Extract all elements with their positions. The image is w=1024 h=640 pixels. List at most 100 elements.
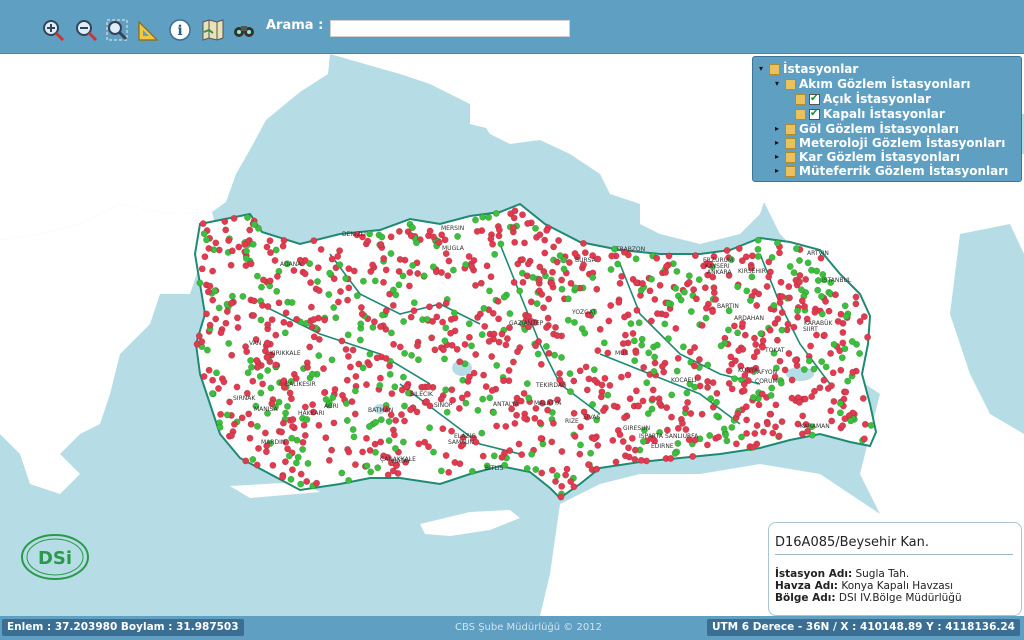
station-marker[interactable] (778, 418, 786, 426)
station-marker[interactable] (255, 444, 262, 452)
layer-item-kapali[interactable]: Kapalı İstasyonlar (795, 107, 945, 121)
station-marker[interactable] (267, 249, 274, 257)
station-marker[interactable] (301, 270, 309, 278)
station-marker[interactable] (367, 468, 375, 476)
station-marker[interactable] (867, 421, 875, 429)
station-marker[interactable] (253, 422, 261, 430)
station-marker[interactable] (731, 375, 739, 383)
station-marker[interactable] (786, 294, 793, 302)
station-marker[interactable] (662, 311, 670, 319)
station-marker[interactable] (344, 352, 352, 360)
station-marker[interactable] (558, 276, 566, 284)
station-marker[interactable] (303, 416, 311, 423)
station-marker[interactable] (200, 373, 208, 380)
station-marker[interactable] (359, 277, 367, 285)
station-marker[interactable] (549, 268, 556, 276)
station-marker[interactable] (766, 326, 774, 334)
station-marker[interactable] (424, 383, 432, 391)
station-marker[interactable] (249, 456, 257, 463)
station-marker[interactable] (772, 401, 780, 409)
station-marker[interactable] (616, 279, 624, 287)
station-marker[interactable] (428, 334, 436, 342)
station-marker[interactable] (204, 288, 212, 296)
station-marker[interactable] (209, 376, 217, 384)
station-marker[interactable] (414, 270, 422, 277)
station-marker[interactable] (415, 440, 423, 448)
station-marker[interactable] (556, 252, 564, 260)
station-marker[interactable] (388, 390, 396, 398)
station-marker[interactable] (464, 377, 472, 385)
expand-icon[interactable]: ▸ (775, 150, 783, 164)
station-marker[interactable] (292, 459, 300, 467)
station-marker[interactable] (317, 245, 325, 253)
station-marker[interactable] (235, 243, 243, 251)
station-marker[interactable] (413, 408, 421, 416)
station-marker[interactable] (228, 432, 235, 440)
station-marker[interactable] (638, 335, 646, 343)
station-marker[interactable] (511, 207, 519, 215)
station-marker[interactable] (230, 214, 238, 222)
station-marker[interactable] (220, 378, 228, 386)
station-marker[interactable] (860, 435, 868, 443)
station-marker[interactable] (498, 330, 506, 338)
station-marker[interactable] (535, 275, 543, 283)
station-marker[interactable] (790, 323, 798, 331)
station-marker[interactable] (390, 431, 398, 439)
station-marker[interactable] (266, 277, 274, 285)
station-marker[interactable] (604, 349, 612, 357)
station-marker[interactable] (544, 406, 552, 414)
station-marker[interactable] (800, 366, 808, 373)
station-marker[interactable] (401, 349, 409, 357)
station-marker[interactable] (476, 310, 484, 318)
station-marker[interactable] (493, 422, 501, 430)
station-marker[interactable] (377, 241, 385, 248)
station-marker[interactable] (288, 299, 296, 306)
station-marker[interactable] (349, 426, 357, 433)
station-marker[interactable] (558, 448, 566, 455)
station-marker[interactable] (585, 461, 592, 469)
station-marker[interactable] (544, 314, 552, 322)
station-marker[interactable] (445, 468, 453, 476)
station-marker[interactable] (695, 276, 703, 284)
station-marker[interactable] (223, 308, 231, 315)
station-marker[interactable] (321, 316, 329, 324)
station-marker[interactable] (841, 302, 849, 310)
station-marker[interactable] (307, 279, 315, 287)
station-marker[interactable] (314, 264, 322, 272)
station-marker[interactable] (510, 278, 518, 286)
station-marker[interactable] (829, 369, 837, 377)
layer-root[interactable]: ▾ İstasyonlar (759, 62, 858, 76)
station-marker[interactable] (861, 420, 869, 428)
station-marker[interactable] (653, 254, 661, 262)
station-marker[interactable] (822, 363, 830, 371)
station-marker[interactable] (684, 398, 692, 406)
station-marker[interactable] (342, 345, 350, 353)
station-marker[interactable] (807, 342, 815, 350)
station-marker[interactable] (286, 389, 294, 397)
station-marker[interactable] (366, 230, 374, 238)
layer-item-meteoroloji[interactable]: ▸ Meteroloji Gözlem İstasyonları (775, 136, 1005, 150)
station-marker[interactable] (264, 321, 272, 329)
station-marker[interactable] (268, 316, 276, 324)
station-marker[interactable] (209, 267, 217, 275)
station-marker[interactable] (409, 261, 417, 269)
station-marker[interactable] (683, 389, 691, 397)
station-marker[interactable] (751, 430, 759, 437)
station-marker[interactable] (864, 333, 872, 341)
station-marker[interactable] (442, 386, 450, 394)
station-marker[interactable] (328, 255, 336, 263)
station-marker[interactable] (651, 359, 659, 367)
station-marker[interactable] (564, 316, 572, 324)
expand-icon[interactable]: ▸ (775, 122, 783, 136)
station-marker[interactable] (524, 260, 532, 268)
station-marker[interactable] (532, 466, 540, 473)
station-marker[interactable] (243, 348, 251, 356)
station-marker[interactable] (215, 385, 222, 392)
station-marker[interactable] (407, 406, 414, 414)
station-marker[interactable] (577, 441, 584, 449)
station-marker[interactable] (549, 419, 557, 427)
station-marker[interactable] (306, 260, 314, 268)
station-marker[interactable] (263, 339, 271, 347)
station-marker[interactable] (691, 252, 699, 260)
station-marker[interactable] (841, 415, 849, 423)
